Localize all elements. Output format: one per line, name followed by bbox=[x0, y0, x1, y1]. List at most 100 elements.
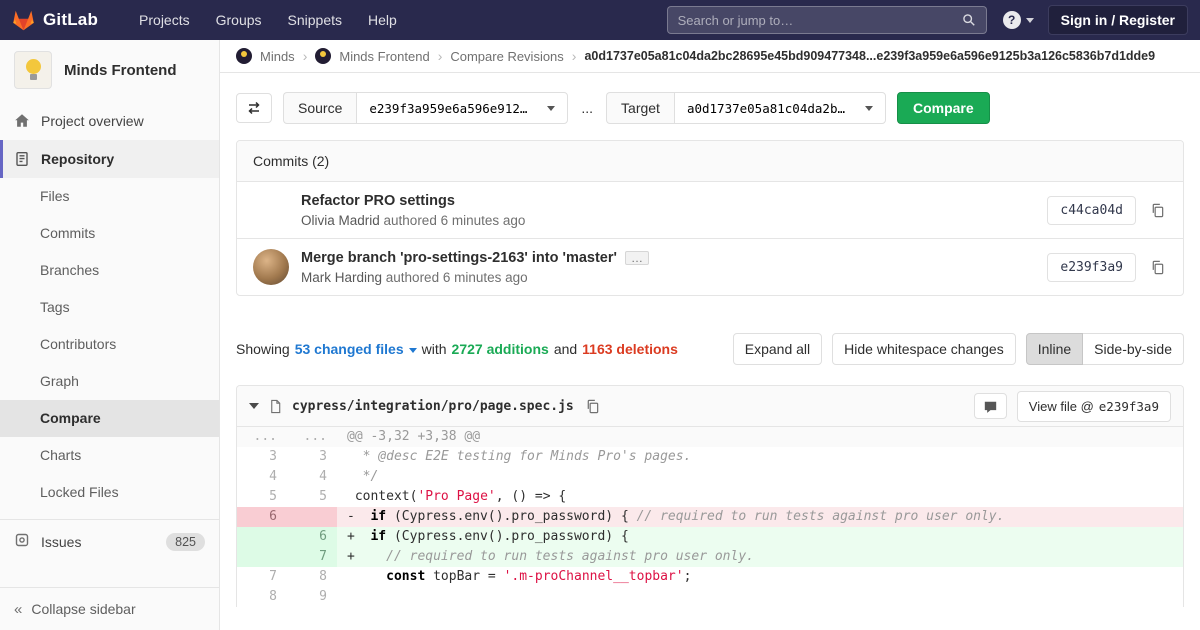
search-icon bbox=[962, 13, 976, 27]
diff-sign bbox=[347, 569, 355, 584]
diff-old-line-number[interactable]: ... bbox=[237, 427, 287, 447]
view-mode-inline[interactable]: Inline bbox=[1025, 333, 1084, 365]
sidebar-item-branches[interactable]: Branches bbox=[0, 252, 219, 289]
diff-new-line-number[interactable]: 6 bbox=[287, 527, 337, 547]
sidebar-item-graph[interactable]: Graph bbox=[0, 363, 219, 400]
sidebar-item-tags[interactable]: Tags bbox=[0, 289, 219, 326]
code-token: (Cypress.env().pro_password) { bbox=[386, 509, 637, 524]
code-token: * @desc E2E testing for Minds Pro's page… bbox=[354, 449, 692, 464]
diff-line: 44 */ bbox=[237, 467, 1183, 487]
diff-line: 6 - if (Cypress.env().pro_password) { // … bbox=[237, 507, 1183, 527]
nav-item-snippets[interactable]: Snippets bbox=[275, 6, 355, 34]
diff-new-line-number[interactable]: 3 bbox=[287, 447, 337, 467]
diff-old-line-number[interactable]: 3 bbox=[237, 447, 287, 467]
swap-revisions-button[interactable] bbox=[236, 93, 272, 123]
top-navbar: GitLab ProjectsGroupsSnippetsHelp ? Sign… bbox=[0, 0, 1200, 40]
sidebar-item-compare[interactable]: Compare bbox=[0, 400, 219, 437]
nav-item-groups[interactable]: Groups bbox=[203, 6, 275, 34]
changed-files-label: 53 changed files bbox=[294, 341, 404, 357]
copy-file-path-button[interactable] bbox=[583, 397, 602, 416]
nav-item-projects[interactable]: Projects bbox=[126, 6, 203, 34]
commit-description-expander[interactable]: … bbox=[624, 250, 649, 265]
sidebar-item-project-overview[interactable]: Project overview bbox=[0, 102, 219, 140]
commit-sha-button[interactable]: c44ca04d bbox=[1047, 195, 1136, 225]
view-file-sha: e239f3a9 bbox=[1098, 398, 1159, 414]
diff-summary-bar: Showing 53 changed files with 2727 addit… bbox=[236, 333, 1184, 365]
diff-new-line-number[interactable] bbox=[287, 507, 337, 527]
code-token: @@ -3,32 +3,38 @@ bbox=[347, 429, 481, 444]
nav-item-help[interactable]: Help bbox=[355, 6, 410, 34]
diff-new-line-number[interactable]: ... bbox=[287, 427, 337, 447]
expand-all-button[interactable]: Expand all bbox=[732, 333, 823, 365]
search-input[interactable] bbox=[677, 12, 962, 28]
collapse-file-icon[interactable] bbox=[249, 403, 259, 409]
gitlab-logo-link[interactable]: GitLab bbox=[12, 9, 98, 31]
sidebar-item-commits[interactable]: Commits bbox=[0, 215, 219, 252]
sidebar-item-locked-files[interactable]: Locked Files bbox=[0, 474, 219, 511]
diff-line: 78 const topBar = '.m-proChannel__topbar… bbox=[237, 567, 1183, 587]
with-label: with bbox=[421, 341, 447, 357]
diff-new-line-number[interactable]: 8 bbox=[287, 567, 337, 587]
code-token: 'Pro Page' bbox=[417, 489, 496, 504]
commit-author-link[interactable]: Mark Harding bbox=[301, 270, 382, 285]
help-menu[interactable]: ? bbox=[1002, 11, 1034, 29]
commit-authored-text: authored 6 minutes ago bbox=[379, 212, 526, 228]
breadcrumb-link-minds-frontend[interactable]: Minds Frontend bbox=[339, 49, 429, 64]
commit-info: Merge branch 'pro-settings-2163' into 'm… bbox=[301, 250, 1047, 285]
code-token: , () => { bbox=[495, 489, 567, 504]
commit-sha-button[interactable]: e239f3a9 bbox=[1047, 252, 1136, 282]
diff-stats-text: Showing 53 changed files with 2727 addit… bbox=[236, 341, 678, 357]
diff-old-line-number[interactable] bbox=[237, 527, 287, 547]
issues-count-badge: 825 bbox=[166, 532, 205, 551]
sign-in-register-button[interactable]: Sign in / Register bbox=[1047, 5, 1188, 35]
diff-line: ...... @@ -3,32 +3,38 @@ bbox=[237, 427, 1183, 447]
diff-new-line-number[interactable]: 5 bbox=[287, 487, 337, 507]
diff-new-line-number[interactable]: 4 bbox=[287, 467, 337, 487]
copy-commit-sha-button[interactable] bbox=[1148, 201, 1167, 220]
commit-title-link[interactable]: Refactor PRO settings bbox=[301, 193, 455, 209]
compare-button[interactable]: Compare bbox=[896, 92, 990, 124]
commit-row: Refactor PRO settings Olivia Madrid autho… bbox=[237, 181, 1183, 238]
diff-old-line-number[interactable]: 5 bbox=[237, 487, 287, 507]
sidebar-item-files[interactable]: Files bbox=[0, 178, 219, 215]
diff-old-line-number[interactable] bbox=[237, 547, 287, 567]
sidebar-item-issues[interactable]: Issues 825 bbox=[0, 520, 219, 563]
diff-old-line-number[interactable]: 8 bbox=[237, 587, 287, 607]
diff-line-code: @@ -3,32 +3,38 @@ bbox=[337, 427, 1183, 447]
swap-icon bbox=[246, 100, 262, 116]
toggle-comments-button[interactable] bbox=[973, 393, 1007, 419]
diff-old-line-number[interactable]: 6 bbox=[237, 507, 287, 527]
commit-row: Merge branch 'pro-settings-2163' into 'm… bbox=[237, 238, 1183, 295]
hide-whitespace-button[interactable]: Hide whitespace changes bbox=[832, 333, 1016, 365]
diff-new-line-number[interactable]: 9 bbox=[287, 587, 337, 607]
commits-panel: Commits (2) Refactor PRO settings Olivia … bbox=[236, 140, 1184, 296]
chevron-down-icon bbox=[1025, 17, 1034, 23]
copy-commit-sha-button[interactable] bbox=[1148, 258, 1167, 277]
breadcrumb-link-compare-revisions[interactable]: Compare Revisions bbox=[450, 49, 563, 64]
commit-title-link[interactable]: Merge branch 'pro-settings-2163' into 'm… bbox=[301, 250, 617, 266]
sidebar-item-contributors[interactable]: Contributors bbox=[0, 326, 219, 363]
view-mode-side-by-side[interactable]: Side-by-side bbox=[1083, 333, 1184, 365]
code-token: topBar = bbox=[425, 569, 504, 584]
changed-files-dropdown[interactable]: 53 changed files bbox=[295, 341, 417, 357]
sidebar-item-repository[interactable]: Repository bbox=[0, 140, 219, 178]
commit-actions: c44ca04d bbox=[1047, 195, 1167, 225]
sidebar-item-charts[interactable]: Charts bbox=[0, 437, 219, 474]
view-file-button[interactable]: View file @ e239f3a9 bbox=[1016, 390, 1171, 422]
commit-meta: Mark Harding authored 6 minutes ago bbox=[301, 270, 1047, 285]
breadcrumb-avatar bbox=[315, 48, 332, 64]
sidebar-project-header[interactable]: Minds Frontend bbox=[0, 40, 219, 102]
diff-new-line-number[interactable]: 7 bbox=[287, 547, 337, 567]
commit-author-link[interactable]: Olivia Madrid bbox=[301, 213, 380, 228]
code-token: if bbox=[370, 509, 387, 524]
diff-old-line-number[interactable]: 7 bbox=[237, 567, 287, 587]
collapse-sidebar-button[interactable]: « Collapse sidebar bbox=[0, 587, 219, 630]
issues-icon bbox=[14, 532, 30, 551]
diff-old-line-number[interactable]: 4 bbox=[237, 467, 287, 487]
source-revision-dropdown[interactable]: e239f3a959e6a596e912… bbox=[356, 92, 569, 124]
global-search[interactable] bbox=[666, 6, 987, 34]
repository-icon bbox=[14, 151, 30, 167]
breadcrumb-link-minds[interactable]: Minds bbox=[260, 49, 295, 64]
target-revision-dropdown[interactable]: a0d1737e05a81c04da2b… bbox=[673, 92, 886, 124]
